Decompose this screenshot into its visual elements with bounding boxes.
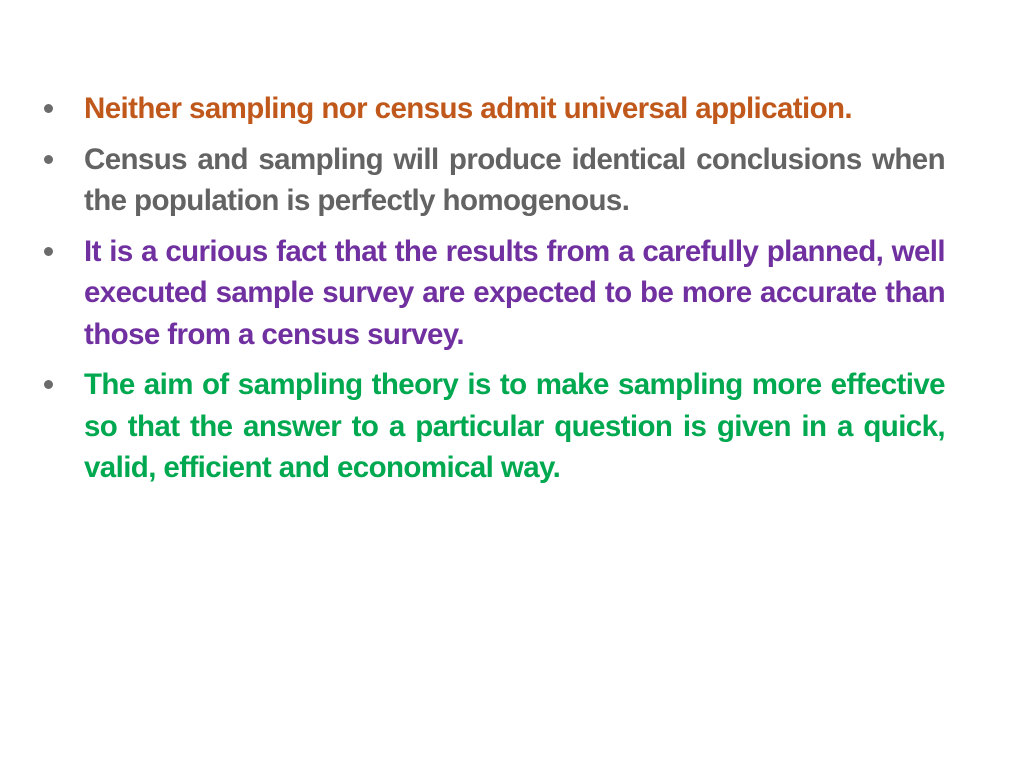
- bullet-text: Neither sampling nor census admit univer…: [84, 92, 853, 125]
- bullet-dot-icon: [44, 104, 53, 113]
- bullet-item-identical-conclusions: Census and sampling will produce identic…: [42, 139, 946, 222]
- bullet-item-universal-application: Neither sampling nor census admit univer…: [42, 88, 945, 130]
- slide: Neither sampling nor census admit univer…: [0, 0, 1024, 768]
- bullet-dot-icon: [44, 246, 53, 256]
- bullet-item-curious-fact: It is a curious fact that the results fr…: [42, 231, 946, 356]
- bullet-text: It is a curious fact that the results fr…: [84, 234, 946, 351]
- bullet-text: The aim of sampling theory is to make sa…: [84, 368, 946, 484]
- bullet-text: Census and sampling will produce identic…: [84, 142, 946, 218]
- bullet-item-sampling-theory-aim: The aim of sampling theory is to make sa…: [42, 364, 946, 489]
- bullet-dot-icon: [44, 154, 53, 164]
- bullet-dot-icon: [44, 380, 53, 389]
- bullet-list: Neither sampling nor census admit univer…: [42, 88, 946, 498]
